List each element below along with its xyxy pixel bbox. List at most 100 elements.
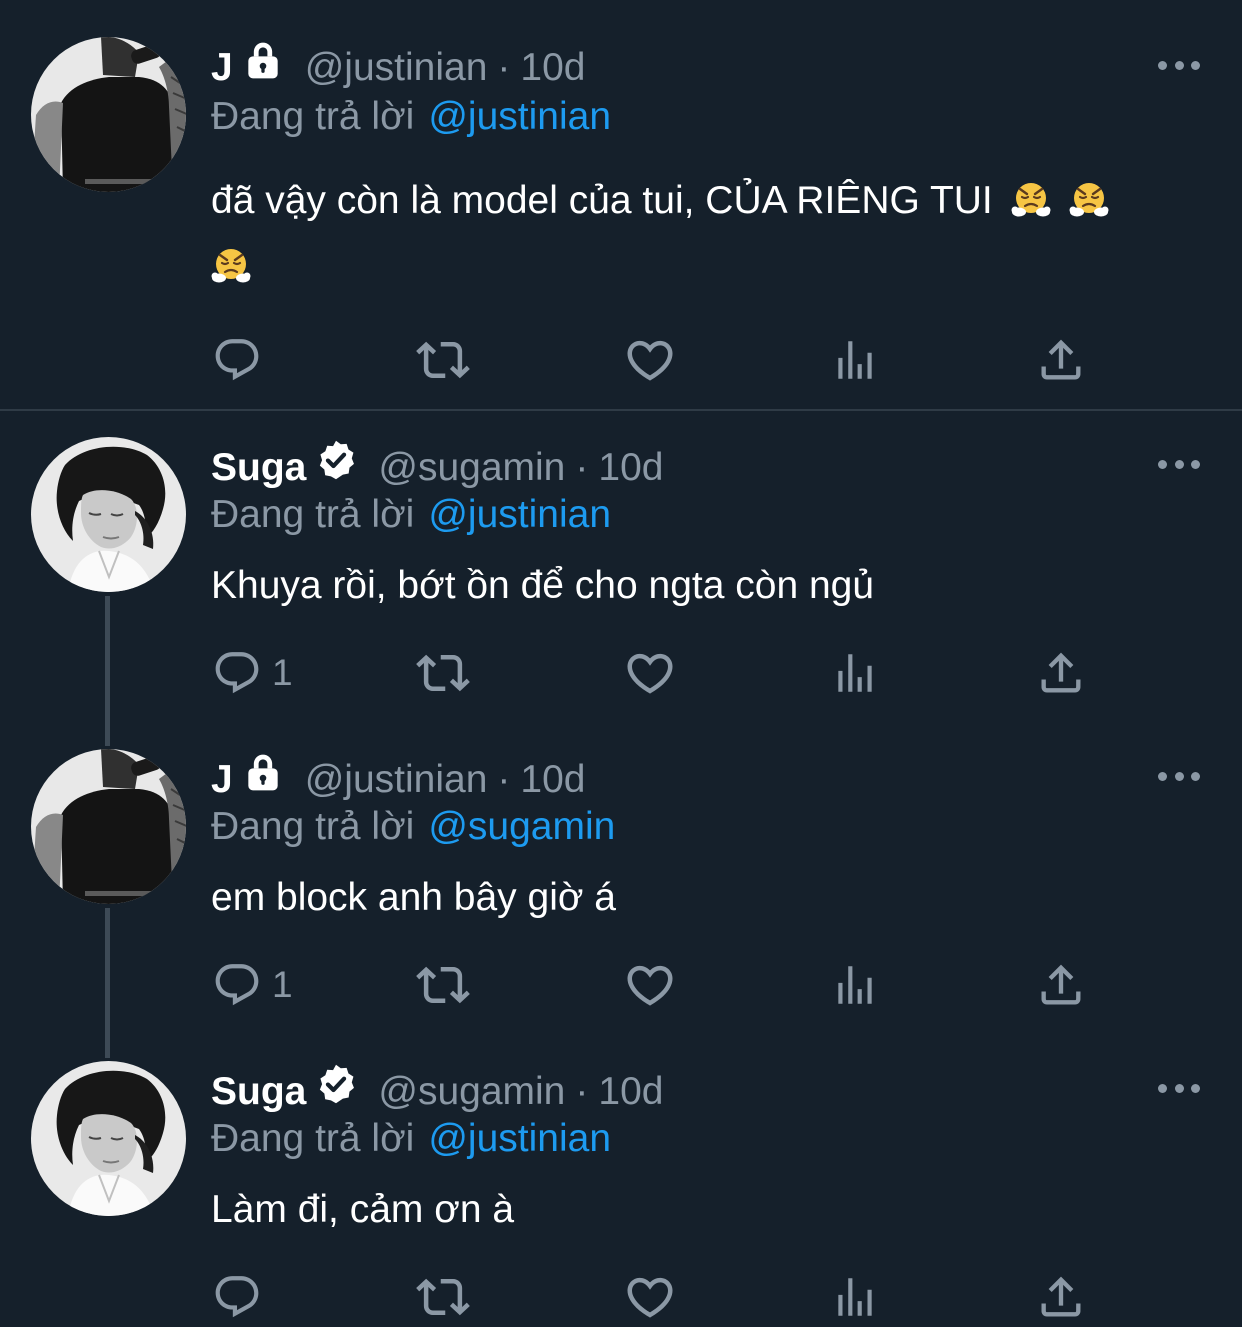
- retweet-icon: [416, 646, 470, 700]
- like-icon: [623, 646, 677, 700]
- tweet-text-content: em block anh bây giờ á: [211, 876, 616, 919]
- avatar-sugamin-image: [31, 437, 186, 592]
- like-button[interactable]: [623, 955, 677, 1015]
- tweet-actions: [0, 330, 1242, 390]
- reply-icon: [212, 1272, 262, 1322]
- tweet-2[interactable]: Suga @sugamin · 10d Đang trả lời @justini…: [0, 412, 1242, 724]
- lock-icon: [241, 38, 285, 98]
- reply-button[interactable]: 1: [212, 643, 293, 703]
- tweet-text-content: Làm đi, cảm ơn à: [211, 1188, 515, 1231]
- like-icon: [623, 958, 677, 1012]
- face-with-steam-from-nose-emoji-icon: [1011, 179, 1051, 219]
- retweet-button[interactable]: [416, 955, 470, 1015]
- share-button[interactable]: [1035, 330, 1087, 390]
- separator: [0, 409, 1242, 411]
- replying-label: Đang trả lời: [211, 95, 415, 138]
- reply-icon: [212, 335, 262, 385]
- views-button[interactable]: [830, 643, 880, 703]
- retweet-icon: [416, 958, 470, 1012]
- tweet-timestamp[interactable]: 10d: [520, 40, 585, 96]
- avatar-sugamin[interactable]: [31, 437, 186, 592]
- tweet-text-content: đã vậy còn là model của tui, CỦA RIÊNG T…: [211, 179, 993, 222]
- avatar-justinian-image: [31, 37, 186, 192]
- replying-to: Đang trả lời @sugamin: [211, 802, 615, 852]
- like-icon: [623, 333, 677, 387]
- tweet-1[interactable]: J @justinian · 10d Đang trả lời @justinia…: [0, 0, 1242, 410]
- replying-to: Đang trả lời @justinian: [211, 92, 611, 142]
- tweet-timestamp[interactable]: 10d: [598, 440, 663, 496]
- tweet-3[interactable]: J @justinian · 10d Đang trả lời @sugamin …: [0, 724, 1242, 1036]
- author-handle[interactable]: @sugamin: [378, 1064, 565, 1120]
- author-handle[interactable]: @justinian: [305, 40, 488, 96]
- retweet-icon: [416, 333, 470, 387]
- tweet-actions: 1: [0, 955, 1242, 1015]
- author-name[interactable]: Suga: [211, 1064, 306, 1120]
- tweet-header: Suga @sugamin · 10d: [211, 1064, 663, 1120]
- views-button[interactable]: [830, 330, 880, 390]
- author-name[interactable]: Suga: [211, 440, 306, 496]
- reply-mention-link[interactable]: @justinian: [428, 95, 611, 138]
- replying-label: Đang trả lời: [211, 805, 415, 848]
- more-options-icon[interactable]: [1158, 55, 1200, 75]
- views-button[interactable]: [830, 955, 880, 1015]
- tweet-4[interactable]: Suga @sugamin · 10d Đang trả lời @justini…: [0, 1036, 1242, 1327]
- more-options-icon[interactable]: [1158, 1078, 1200, 1098]
- reply-button[interactable]: 1: [212, 955, 293, 1015]
- retweet-button[interactable]: [416, 643, 470, 703]
- tweet-actions: 1: [0, 643, 1242, 703]
- reply-mention-link[interactable]: @sugamin: [428, 805, 615, 848]
- more-options-icon[interactable]: [1158, 766, 1200, 786]
- views-button[interactable]: [830, 1267, 880, 1327]
- share-button[interactable]: [1035, 1267, 1087, 1327]
- replying-to: Đang trả lời @justinian: [211, 1114, 611, 1164]
- reply-mention-link[interactable]: @justinian: [428, 1117, 611, 1160]
- avatar-sugamin[interactable]: [31, 1061, 186, 1216]
- replying-label: Đang trả lời: [211, 1117, 415, 1160]
- author-name[interactable]: J: [211, 40, 233, 96]
- author-name[interactable]: J: [211, 752, 233, 808]
- views-icon: [830, 648, 880, 698]
- views-icon: [830, 335, 880, 385]
- avatar-justinian-image: [31, 749, 186, 904]
- like-icon: [623, 1270, 677, 1324]
- like-button[interactable]: [623, 330, 677, 390]
- reply-icon: [212, 648, 262, 698]
- avatar-sugamin-image: [31, 1061, 186, 1216]
- reply-mention-link[interactable]: @justinian: [428, 493, 611, 536]
- share-button[interactable]: [1035, 955, 1087, 1015]
- replying-to: Đang trả lời @justinian: [211, 490, 611, 540]
- author-handle[interactable]: @sugamin: [378, 440, 565, 496]
- more-options-icon[interactable]: [1158, 454, 1200, 474]
- separator-dot: ·: [497, 46, 511, 89]
- lock-icon: [241, 750, 285, 810]
- author-handle[interactable]: @justinian: [305, 752, 488, 808]
- reply-count: 1: [272, 964, 293, 1005]
- reply-count: 1: [272, 652, 293, 693]
- share-icon: [1035, 1271, 1087, 1323]
- avatar-justinian[interactable]: [31, 37, 186, 192]
- views-icon: [830, 1272, 880, 1322]
- tweet-actions: [0, 1267, 1242, 1327]
- tweet-text: Khuya rồi, bớt ồn để cho ngta còn ngủ: [211, 553, 1211, 619]
- tweet-header: J @justinian · 10d: [211, 752, 585, 808]
- tweet-timestamp[interactable]: 10d: [598, 1064, 663, 1120]
- like-button[interactable]: [623, 1267, 677, 1327]
- share-button[interactable]: [1035, 643, 1087, 703]
- retweet-button[interactable]: [416, 330, 470, 390]
- tweet-text: đã vậy còn là model của tui, CỦA RIÊNG T…: [211, 168, 1211, 300]
- avatar-justinian[interactable]: [31, 749, 186, 904]
- face-with-steam-from-nose-emoji-icon: [211, 245, 251, 285]
- reply-button[interactable]: [212, 330, 262, 390]
- retweet-button[interactable]: [416, 1267, 470, 1327]
- views-icon: [830, 960, 880, 1010]
- reply-icon: [212, 960, 262, 1010]
- separator-dot: ·: [575, 446, 589, 489]
- like-button[interactable]: [623, 643, 677, 703]
- share-icon: [1035, 647, 1087, 699]
- tweet-timestamp[interactable]: 10d: [520, 752, 585, 808]
- tweet-header: J @justinian · 10d: [211, 40, 585, 96]
- retweet-icon: [416, 1270, 470, 1324]
- reply-button[interactable]: [212, 1267, 262, 1327]
- tweet-text: Làm đi, cảm ơn à: [211, 1177, 1211, 1243]
- tweet-text: em block anh bây giờ á: [211, 865, 1211, 931]
